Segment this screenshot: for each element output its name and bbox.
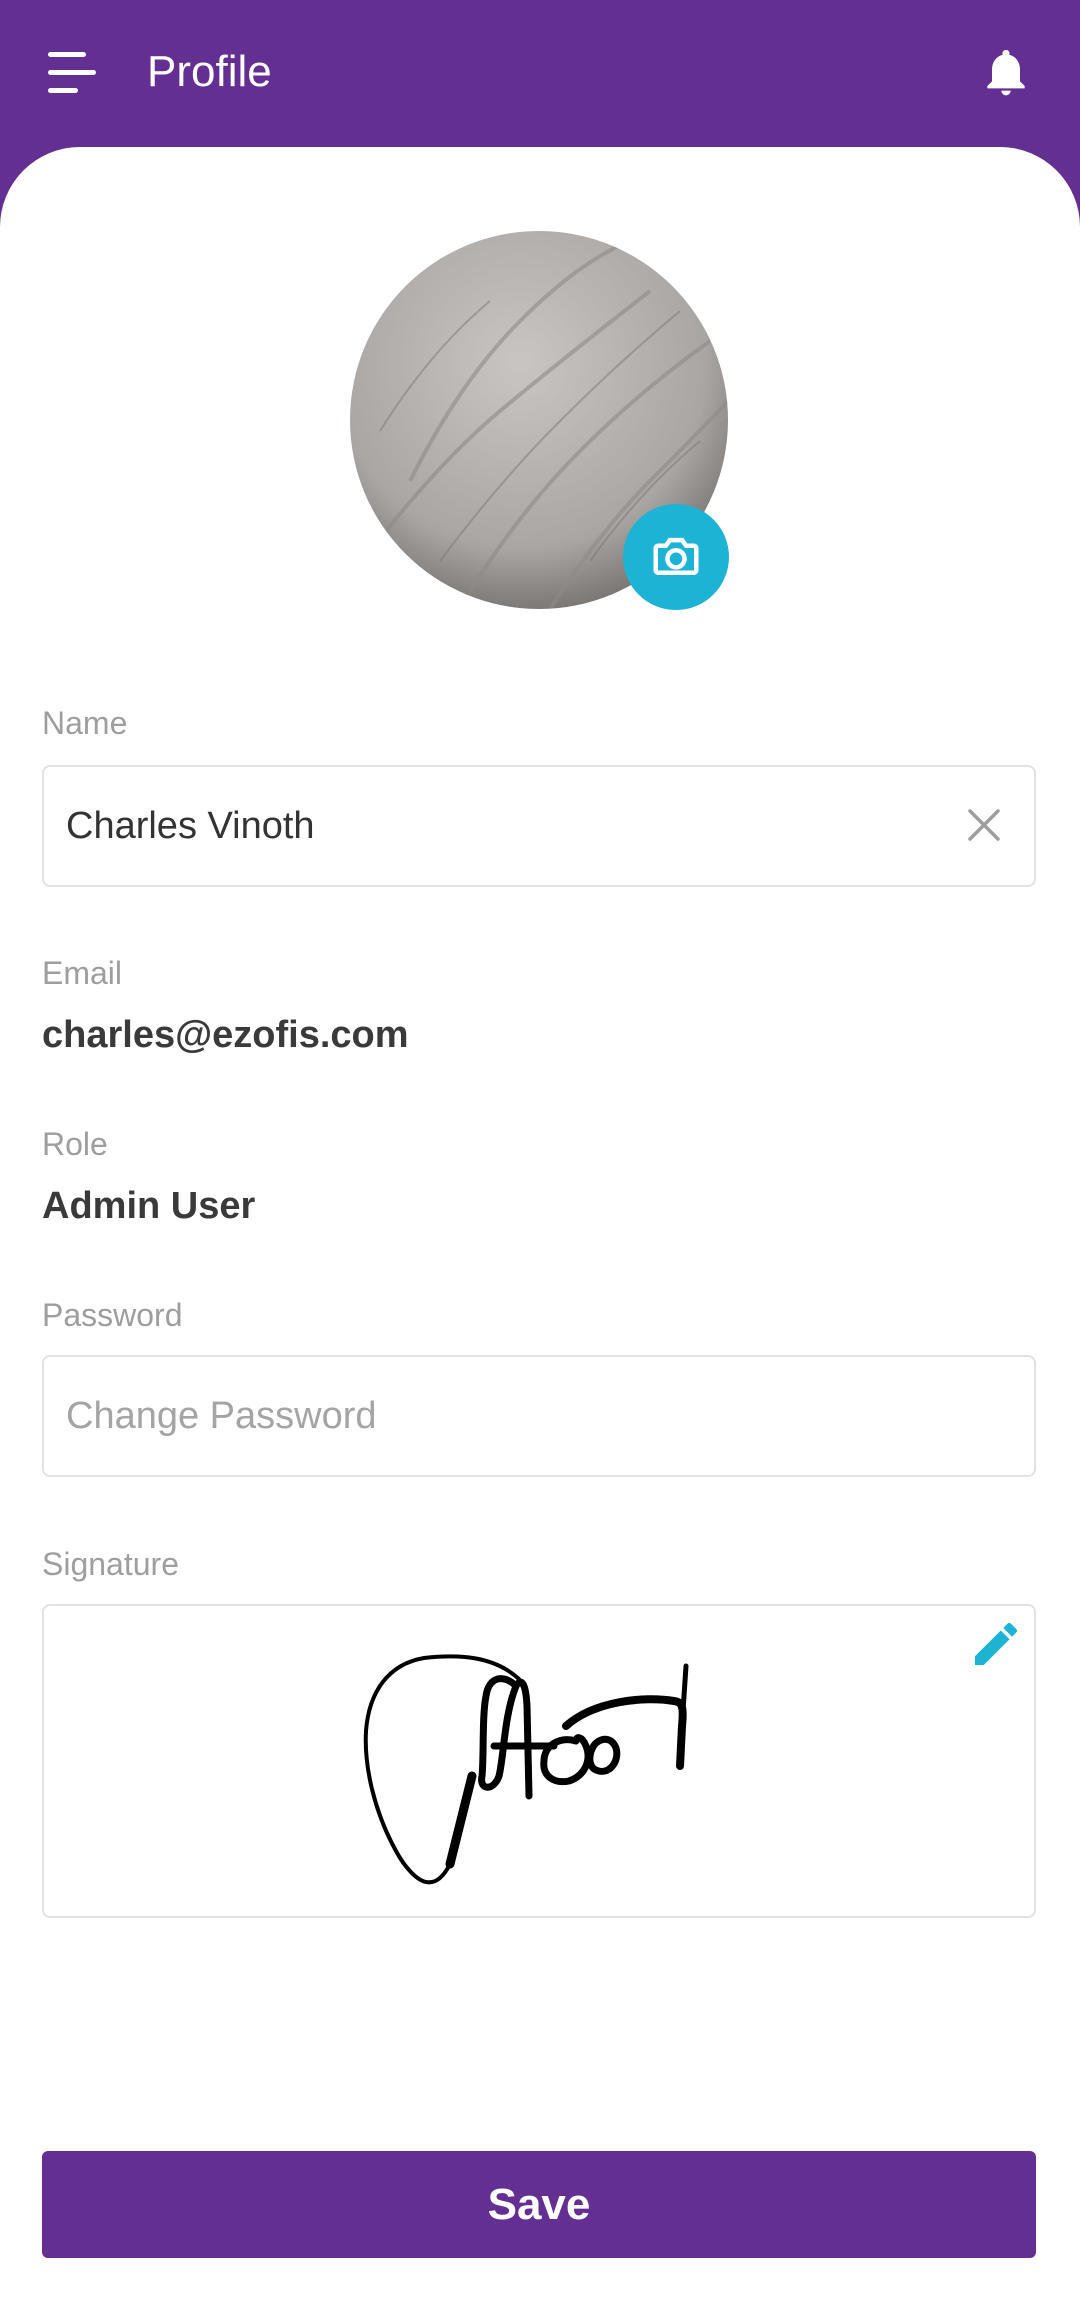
role-value: Admin User (42, 1185, 256, 1227)
password-input[interactable] (66, 1357, 946, 1475)
name-field (42, 765, 1036, 887)
save-button[interactable]: Save (42, 2151, 1036, 2258)
signature-pad[interactable] (42, 1604, 1036, 1918)
email-label: Email (42, 955, 123, 991)
camera-icon[interactable] (623, 504, 729, 610)
menu-icon[interactable] (44, 48, 98, 98)
name-label: Name (42, 705, 128, 741)
bell-icon[interactable] (978, 42, 1034, 102)
close-icon[interactable] (964, 805, 1004, 845)
page-title: Profile (147, 47, 272, 96)
email-value: charles@ezofis.com (42, 1014, 409, 1056)
role-label: Role (42, 1126, 108, 1162)
signature-drawing (363, 1654, 689, 1885)
password-label: Password (42, 1297, 183, 1333)
password-field (42, 1355, 1036, 1477)
signature-label: Signature (42, 1546, 179, 1582)
app-bar: Profile (0, 0, 1080, 147)
pencil-icon[interactable] (968, 1616, 1028, 1676)
name-input[interactable] (66, 767, 946, 885)
